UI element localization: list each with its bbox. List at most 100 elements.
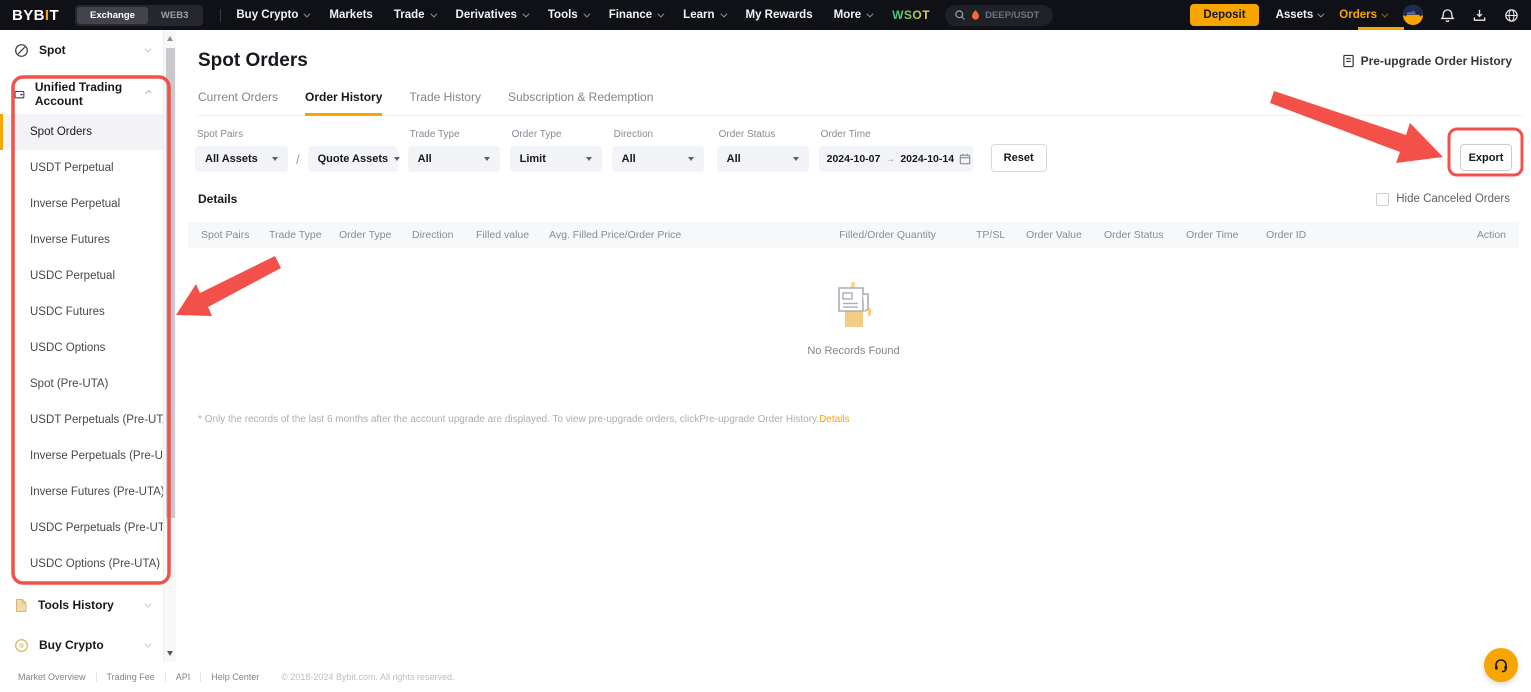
mode-tab-exchange[interactable]: Exchange <box>77 7 148 24</box>
col-order-status: Order Status <box>1104 229 1186 241</box>
footnote-details-link[interactable]: Details <box>819 414 850 425</box>
flame-icon <box>971 10 980 21</box>
sidebar-item-inverse-perpetuals-pre-uta[interactable]: Inverse Perpetuals (Pre-UTA) <box>0 438 163 474</box>
base-asset-select[interactable]: All Assets <box>195 146 288 172</box>
sidebar-item-label: USDC Perpetuals (Pre-UTA) <box>30 522 176 534</box>
scrollbar-down-arrow-icon[interactable] <box>167 651 173 656</box>
globe-icon <box>1504 8 1519 23</box>
nav-item-derivatives[interactable]: Derivatives <box>456 9 527 21</box>
footer-link-market-overview[interactable]: Market Overview <box>8 672 97 682</box>
chevron-up-icon <box>145 89 151 95</box>
order-status-select[interactable]: All <box>717 146 809 172</box>
trade-type-select[interactable]: All <box>408 146 500 172</box>
col-order-time: Order Time <box>1186 229 1266 241</box>
dropdown-arrow-icon <box>688 157 694 161</box>
nav-item-markets[interactable]: Markets <box>329 9 372 21</box>
nav-item-learn[interactable]: Learn <box>683 9 724 21</box>
nav-item-my-rewards[interactable]: My Rewards <box>746 9 813 21</box>
reset-button[interactable]: Reset <box>991 144 1047 172</box>
nav-item-label: Derivatives <box>456 9 517 21</box>
hide-canceled-checkbox[interactable] <box>1376 193 1389 206</box>
chevron-down-icon <box>304 10 311 17</box>
notifications-button[interactable] <box>1440 8 1455 23</box>
nav-divider <box>220 9 221 22</box>
document-icon <box>1342 54 1355 68</box>
hide-canceled-orders-control[interactable]: Hide Canceled Orders <box>1376 193 1510 206</box>
sidebar-item-tools-history[interactable]: Tools History <box>0 585 163 625</box>
sidebar-item-usdc-options-pre-uta[interactable]: USDC Options (Pre-UTA) <box>0 546 163 582</box>
search-input[interactable]: DEEP/USDT <box>945 5 1053 26</box>
sidebar-item-usdt-perpetual[interactable]: USDT Perpetual <box>0 150 163 186</box>
sidebar-item-usdc-options[interactable]: USDC Options <box>0 330 163 366</box>
tab-order-history[interactable]: Order History <box>305 90 382 115</box>
spot-icon <box>14 43 29 58</box>
search-hot-pair: DEEP/USDT <box>985 10 1039 21</box>
language-button[interactable] <box>1504 8 1519 23</box>
deposit-button[interactable]: Deposit <box>1190 4 1258 26</box>
sidebar-item-usdc-perpetuals-pre-uta[interactable]: USDC Perpetuals (Pre-UTA) <box>0 510 163 546</box>
sidebar-item-inverse-futures[interactable]: Inverse Futures <box>0 222 163 258</box>
order-type-select[interactable]: Limit <box>510 146 602 172</box>
sidebar-item-spot[interactable]: Spot <box>0 30 163 70</box>
mode-tab-web3[interactable]: WEB3 <box>148 7 201 24</box>
headset-icon <box>1493 657 1509 673</box>
nav-item-buy-crypto[interactable]: Buy Crypto <box>236 9 308 21</box>
sidebar-item-spot-pre-uta[interactable]: Spot (Pre-UTA) <box>0 366 163 402</box>
sidebar-item-usdc-perpetual[interactable]: USDC Perpetual <box>0 258 163 294</box>
pre-upgrade-order-history-link[interactable]: Pre-upgrade Order History <box>1342 54 1512 68</box>
download-icon <box>1472 8 1487 23</box>
chevron-down-icon <box>144 640 151 647</box>
no-records-icon <box>827 281 881 333</box>
footer-link-help-center[interactable]: Help Center <box>201 672 269 682</box>
logo-text: BYB <box>12 7 45 24</box>
footer-link-api[interactable]: API <box>166 672 202 682</box>
orders-menu[interactable]: Orders <box>1339 9 1386 21</box>
navbar-right-cluster: Deposit Assets Orders <box>1190 4 1519 26</box>
col-filled-value: Filled value <box>476 229 549 241</box>
tab-trade-history[interactable]: Trade History <box>409 90 481 115</box>
dropdown-arrow-icon <box>793 157 799 161</box>
sidebar-item-spot-orders[interactable]: Spot Orders <box>0 114 163 150</box>
top-navbar: BYBIT Exchange WEB3 Buy Crypto Markets T… <box>0 0 1531 30</box>
nav-item-finance[interactable]: Finance <box>609 9 662 21</box>
date-to-value: 2024-10-14 <box>900 153 954 165</box>
sidebar-item-label: USDC Futures <box>30 306 105 318</box>
sidebar-item-inverse-futures-pre-uta[interactable]: Inverse Futures (Pre-UTA) <box>0 474 163 510</box>
logo-text-2: T <box>49 7 59 24</box>
assets-menu[interactable]: Assets <box>1276 9 1323 21</box>
sidebar-item-inverse-perpetual[interactable]: Inverse Perpetual <box>0 186 163 222</box>
date-range-picker[interactable]: 2024-10-07 → 2024-10-14 <box>819 146 973 172</box>
assets-label: Assets <box>1276 9 1314 21</box>
scrollbar-up-arrow-icon[interactable] <box>167 36 173 41</box>
sidebar-item-unified-trading-account[interactable]: Unified Trading Account <box>0 74 163 114</box>
tab-subscription-redemption[interactable]: Subscription & Redemption <box>508 90 653 115</box>
sidebar-item-label: USDC Options (Pre-UTA) <box>30 558 160 570</box>
support-chat-button[interactable] <box>1484 648 1518 682</box>
col-trade-type: Trade Type <box>269 229 339 241</box>
footer-link-trading-fee[interactable]: Trading Fee <box>97 672 166 682</box>
bybit-logo[interactable]: BYBIT <box>12 7 59 24</box>
nav-item-more[interactable]: More <box>834 9 871 21</box>
downloads-button[interactable] <box>1472 8 1487 23</box>
quote-asset-select[interactable]: Quote Assets <box>308 146 398 172</box>
copyright-text: © 2018-2024 Bybit.com. All rights reserv… <box>281 672 454 682</box>
wsot-link[interactable]: WSOT <box>892 8 930 22</box>
sidebar-item-usdc-futures[interactable]: USDC Futures <box>0 294 163 330</box>
date-range-arrow-icon: → <box>885 154 895 165</box>
nav-item-tools[interactable]: Tools <box>548 9 588 21</box>
file-icon <box>14 598 28 613</box>
sidebar-item-label: Inverse Futures (Pre-UTA) <box>30 486 165 498</box>
direction-select[interactable]: All <box>612 146 704 172</box>
sidebar-item-usdt-perpetuals-pre-uta[interactable]: USDT Perpetuals (Pre-UTA) <box>0 402 163 438</box>
nav-item-trade[interactable]: Trade <box>394 9 435 21</box>
avatar[interactable] <box>1403 5 1423 25</box>
col-direction: Direction <box>412 229 476 241</box>
nav-item-label: Finance <box>609 9 652 21</box>
sidebar-scrollbar[interactable] <box>163 30 176 662</box>
scrollbar-thumb[interactable] <box>166 48 175 518</box>
export-button[interactable]: Export <box>1460 144 1512 171</box>
filter-order-time: Order Time 2024-10-07 → 2024-10-14 <box>819 129 973 172</box>
tab-current-orders[interactable]: Current Orders <box>198 90 278 115</box>
sidebar-item-buy-crypto[interactable]: Buy Crypto <box>0 625 163 662</box>
hide-canceled-label: Hide Canceled Orders <box>1396 193 1510 205</box>
